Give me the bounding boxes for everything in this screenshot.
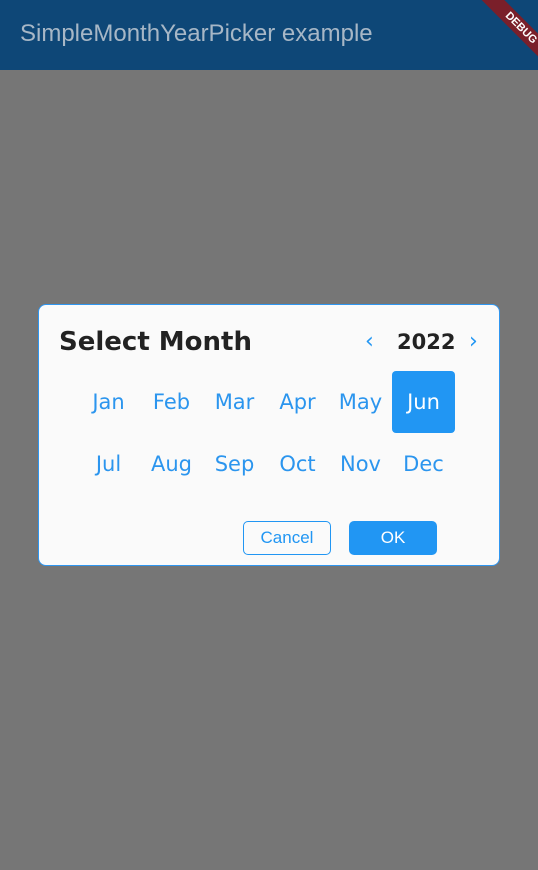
month-jul[interactable]: Jul [77, 433, 140, 495]
previous-year-icon[interactable]: ‹ [365, 327, 374, 357]
month-apr[interactable]: Apr [266, 371, 329, 433]
month-mar[interactable]: Mar [203, 371, 266, 433]
month-feb[interactable]: Feb [140, 371, 203, 433]
dialog-title: Select Month [59, 327, 252, 357]
month-grid: Jan Feb Mar Apr May Jun Jul Aug Sep Oct … [77, 371, 455, 495]
month-dec[interactable]: Dec [392, 433, 455, 495]
ok-button[interactable]: OK [349, 521, 437, 555]
month-oct[interactable]: Oct [266, 433, 329, 495]
year-label: 2022 [397, 330, 456, 354]
month-picker-dialog: Select Month ‹ 2022 › Jan Feb Mar Apr Ma… [38, 304, 500, 566]
month-aug[interactable]: Aug [140, 433, 203, 495]
debug-label: DEBUG [469, 0, 538, 80]
month-jun[interactable]: Jun [392, 371, 455, 433]
month-sep[interactable]: Sep [203, 433, 266, 495]
month-may[interactable]: May [329, 371, 392, 433]
app-title: SimpleMonthYearPicker example [20, 20, 373, 47]
month-jan[interactable]: Jan [77, 371, 140, 433]
cancel-button[interactable]: Cancel [243, 521, 331, 555]
next-year-icon[interactable]: › [469, 327, 478, 357]
month-nov[interactable]: Nov [329, 433, 392, 495]
